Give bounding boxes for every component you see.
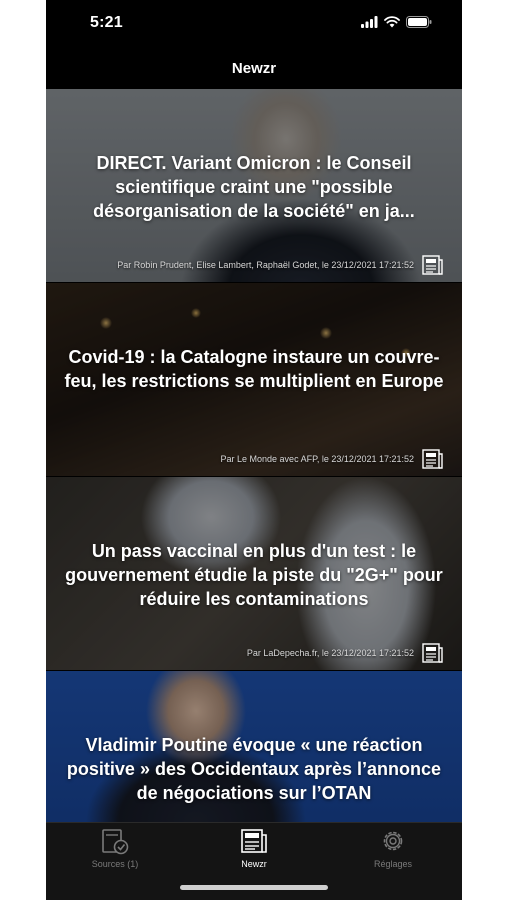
newspaper-icon[interactable] [422, 643, 444, 663]
tab-settings-label: Réglages [373, 859, 413, 869]
tab-sources-label: Sources (1) [91, 859, 139, 869]
article-card[interactable]: Un pass vaccinal en plus d'un test : le … [46, 477, 462, 670]
article-byline: Par Robin Prudent, Elise Lambert, Raphaë… [117, 260, 414, 270]
gear-icon [333, 827, 453, 855]
status-bar: 5:21 [46, 0, 462, 46]
wifi-icon [384, 15, 400, 33]
nav-title: Newzr [231, 60, 277, 77]
sources-icon [55, 827, 175, 855]
tab-newzr[interactable]: Newzr [194, 827, 314, 869]
article-card[interactable]: Covid-19 : la Catalogne instaure un couv… [46, 283, 462, 476]
article-card[interactable]: DIRECT. Variant Omicron : le Conseil sci… [46, 89, 462, 282]
article-card[interactable]: Vladimir Poutine évoque « une réaction p… [46, 671, 462, 822]
home-indicator [180, 885, 328, 890]
article-headline: Un pass vaccinal en plus d'un test : le … [65, 541, 443, 609]
newspaper-icon[interactable] [422, 449, 444, 469]
tab-sources[interactable]: Sources (1) [55, 827, 175, 869]
signal-icon [361, 15, 378, 33]
status-time: 5:21 [90, 14, 123, 31]
article-feed[interactable]: DIRECT. Variant Omicron : le Conseil sci… [46, 89, 462, 822]
newspaper-icon [194, 827, 314, 855]
newspaper-icon[interactable] [422, 255, 444, 275]
phone-screen: 5:21 Newzr DIRECT. Variant Omicron : le … [46, 0, 462, 900]
article-headline: Covid-19 : la Catalogne instaure un couv… [64, 347, 444, 391]
article-byline: Par LaDepecha.fr, le 23/12/2021 17:21:52 [246, 648, 414, 658]
article-headline: Vladimir Poutine évoque « une réaction p… [66, 735, 442, 803]
article-byline: Par Le Monde avec AFP, le 23/12/2021 17:… [220, 454, 414, 464]
tab-newzr-label: Newzr [241, 859, 267, 869]
battery-icon [406, 15, 432, 33]
article-headline: DIRECT. Variant Omicron : le Conseil sci… [93, 153, 415, 221]
tab-settings[interactable]: Réglages [333, 827, 453, 869]
status-icons [361, 15, 432, 33]
